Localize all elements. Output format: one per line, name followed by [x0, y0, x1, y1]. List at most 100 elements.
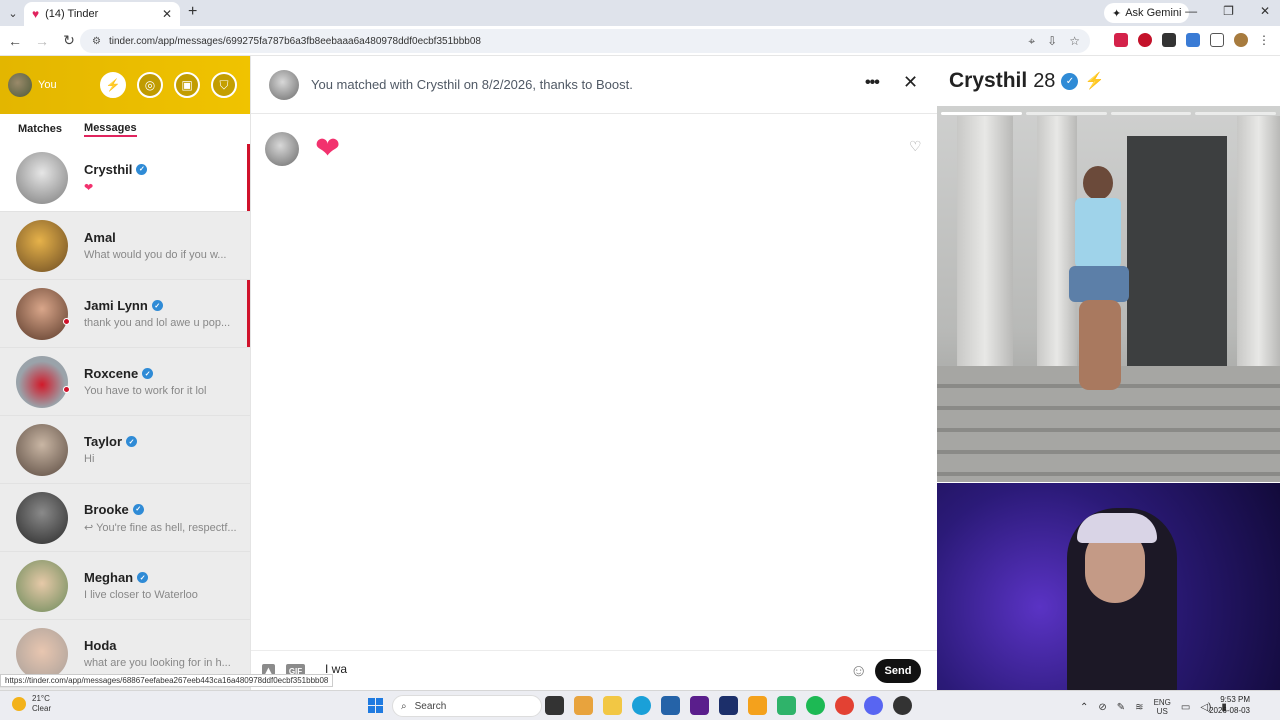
chrome-icon[interactable]: [835, 696, 854, 715]
extension-icon[interactable]: [1162, 33, 1176, 47]
conversation-item[interactable]: Brooke ✓ ↩ You're fine as hell, respectf.…: [0, 484, 250, 552]
like-heart-icon[interactable]: ♡: [909, 138, 922, 155]
conversation-preview: thank you and lol awe u pop...: [84, 317, 231, 329]
restore-icon[interactable]: ❐: [1223, 4, 1234, 18]
app-icon[interactable]: [748, 696, 767, 715]
conversation-item[interactable]: Roxcene ✓ You have to work for it lol: [0, 348, 250, 416]
system-clock[interactable]: 9:53 PM 2026-08-03: [1206, 694, 1250, 716]
url-bar[interactable]: ⚙ tinder.com/app/messages/699275fa787b6a…: [80, 29, 1090, 53]
avatar: [16, 151, 68, 204]
premiere-icon[interactable]: [719, 696, 738, 715]
window-close-icon[interactable]: ✕: [1260, 4, 1270, 18]
message-input[interactable]: [325, 662, 845, 676]
verified-badge-icon: ✓: [132, 503, 144, 515]
conversation-name: Meghan: [84, 570, 134, 585]
photo-pager: [941, 112, 1276, 115]
extension-icon[interactable]: [1114, 33, 1128, 47]
conversation-item[interactable]: Taylor ✓ Hi: [0, 416, 250, 484]
boost-icon: ⚡: [1084, 73, 1105, 90]
tab-search-icon[interactable]: ⌄: [0, 0, 26, 26]
display-icon[interactable]: ▭: [1181, 702, 1190, 713]
taskbar: 21°C Clear ⌕ Search ⌃ ⊘ ✎ ≋ ENG US ▭ ◁) …: [0, 690, 1280, 720]
conversation-item[interactable]: Amal What would you do if you w...: [0, 212, 250, 280]
tab-messages[interactable]: Messages: [84, 122, 137, 137]
weather-widget[interactable]: 21°C Clear: [12, 694, 51, 714]
match-avatar[interactable]: [269, 69, 299, 100]
taskbar-apps: [545, 696, 912, 715]
online-dot: [63, 317, 70, 325]
conversation-item[interactable]: Crysthil ✓ ❤: [0, 144, 250, 212]
system-tray: ⌃ ⊘ ✎ ≋ ENG US ▭ ◁) ▮: [1080, 698, 1227, 716]
extension-icon[interactable]: [1186, 33, 1200, 47]
task-view-icon[interactable]: [545, 696, 564, 715]
boost-icon[interactable]: ⚡: [100, 72, 126, 98]
close-chat-icon[interactable]: ✕: [903, 72, 918, 93]
send-button[interactable]: Send: [875, 659, 921, 683]
sidebar: You ⚡ ◎ ▣ ⛉ Matches Messages Crysthil ✓ ❤…: [0, 56, 250, 690]
file-explorer-icon[interactable]: [603, 696, 622, 715]
verified-badge-icon: ✓: [1061, 72, 1079, 90]
lang-bottom: US: [1156, 707, 1168, 716]
chevron-up-icon[interactable]: ⌃: [1080, 702, 1088, 713]
browser-tab[interactable]: ♥ (14) Tinder ✕: [24, 2, 180, 26]
sidebar-header: You ⚡ ◎ ▣ ⛉: [0, 56, 250, 114]
extension-icon[interactable]: [1138, 33, 1152, 47]
more-options-icon[interactable]: •••: [865, 74, 880, 92]
install-icon[interactable]: ⇩: [1047, 34, 1057, 49]
my-avatar[interactable]: [8, 73, 32, 97]
avatar: [16, 219, 68, 272]
tab-matches[interactable]: Matches: [18, 123, 62, 135]
status-url: https://tinder.com/app/messages/68867eef…: [0, 674, 334, 687]
conversation-item[interactable]: Jami Lynn ✓ thank you and lol awe u pop..…: [0, 280, 250, 348]
location-icon[interactable]: ⌖: [1028, 34, 1035, 49]
moon-weather-icon: [12, 697, 26, 711]
bookmark-star-icon[interactable]: ☆: [1069, 34, 1080, 49]
puzzle-icon[interactable]: [1210, 33, 1224, 47]
verified-badge-icon: ✓: [136, 163, 148, 175]
profile-panel: Crysthil 28 ✓ ⚡: [937, 56, 1280, 690]
app-icon[interactable]: [661, 696, 680, 715]
address-toolbar: ← → ↻ ⚙ tinder.com/app/messages/699275fa…: [0, 26, 1280, 56]
my-profile-label[interactable]: You: [38, 79, 57, 91]
app-icon[interactable]: [690, 696, 709, 715]
site-info-icon[interactable]: ⚙: [92, 36, 101, 47]
app-icon[interactable]: [574, 696, 593, 715]
wifi-icon[interactable]: ≋: [1135, 702, 1143, 713]
spotify-icon[interactable]: [806, 696, 825, 715]
profile-photo[interactable]: [937, 106, 1280, 482]
minimize-icon[interactable]: —: [1185, 4, 1197, 18]
pen-icon[interactable]: ✎: [1117, 702, 1125, 713]
search-icon: ⌕: [401, 700, 407, 712]
shield-icon[interactable]: ⛉: [211, 72, 237, 98]
obs-icon[interactable]: [893, 696, 912, 715]
briefcase-icon[interactable]: ▣: [174, 72, 200, 98]
conversation-item[interactable]: Meghan ✓ I live closer to Waterloo: [0, 552, 250, 620]
forward-icon[interactable]: →: [30, 33, 54, 49]
kebab-menu-icon[interactable]: ⋮: [1258, 33, 1270, 47]
back-icon[interactable]: ←: [3, 33, 27, 49]
reload-icon[interactable]: ↻: [57, 32, 81, 49]
windows-start-icon[interactable]: [368, 698, 383, 713]
taskbar-search[interactable]: ⌕ Search: [392, 695, 542, 717]
language-indicator[interactable]: ENG US: [1154, 698, 1171, 716]
tab-title: (14) Tinder: [45, 8, 99, 20]
edge-icon[interactable]: [632, 696, 651, 715]
message-row: ❤: [265, 132, 340, 166]
explore-compass-icon[interactable]: ◎: [137, 72, 163, 98]
app-icon[interactable]: [777, 696, 796, 715]
chat-header: You matched with Crysthil on 8/2/2026, t…: [251, 56, 937, 114]
webcam-cap: [1077, 513, 1157, 543]
discord-icon[interactable]: [864, 696, 883, 715]
sidebar-tabs: Matches Messages: [0, 114, 250, 144]
online-dot: [63, 385, 70, 393]
conversation-name: Jami Lynn: [84, 298, 148, 313]
profile-avatar[interactable]: [1234, 33, 1248, 47]
lang-top: ENG: [1153, 698, 1171, 707]
photo-person: [1057, 166, 1137, 396]
conversation-name: Taylor: [84, 434, 123, 449]
ask-gemini-button[interactable]: ✦ Ask Gemini: [1104, 3, 1190, 23]
new-tab-icon[interactable]: +: [188, 3, 197, 21]
emoji-icon[interactable]: ☺: [850, 661, 867, 681]
tab-close-icon[interactable]: ✕: [162, 7, 172, 21]
app-tray-icon[interactable]: ⊘: [1098, 702, 1106, 713]
